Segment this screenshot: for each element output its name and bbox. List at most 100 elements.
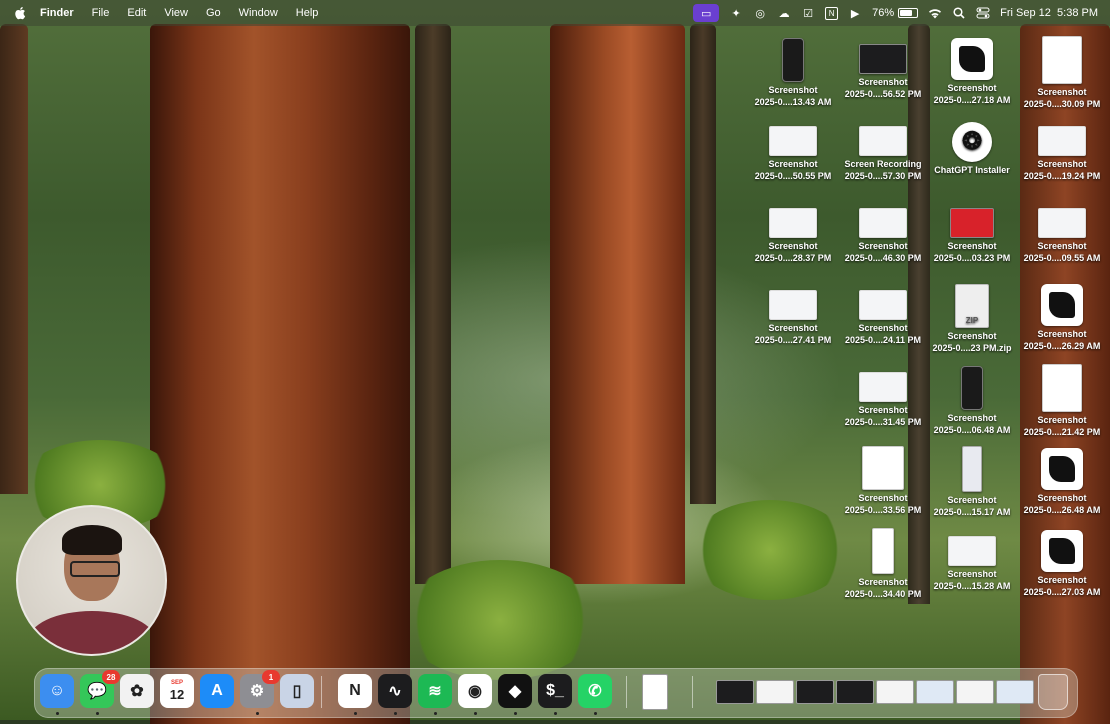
file-name: Screenshot [947,83,997,93]
dock-minimized-window[interactable] [756,680,794,704]
desktop-file-icon[interactable]: Screenshot 2025-0....30.09 PM [1014,32,1110,110]
desktop-file-icon[interactable]: Screenshot 2025-0....27.41 PM [745,278,841,346]
desktop-file-icon[interactable]: Screenshot 2025-0....28.37 PM [745,196,841,264]
menu-window[interactable]: Window [230,7,287,19]
desktop-file-icon[interactable]: Screen Recording 2025-0....57.30 PM [835,114,931,182]
dock-minimized-window[interactable] [916,680,954,704]
desktop-file-icon[interactable]: Screenshot 2025-0....46.30 PM [835,196,931,264]
desktop-file-icon[interactable]: Screenshot 2025-0....26.29 AM [1014,278,1110,352]
dock-app-finder[interactable]: ☺ [40,674,74,708]
webcam-overlay[interactable] [16,505,167,656]
file-thumbnail [859,290,907,320]
tree-trunk [690,24,716,504]
tree-trunk [0,24,28,494]
dock-app-app-store[interactable]: A [200,674,234,708]
dock-app-whatsapp[interactable]: ✆ [578,674,612,708]
apple-icon[interactable] [14,6,28,20]
desktop-file-icon[interactable]: Screenshot 2025-0....13.43 AM [745,32,841,108]
desktop-file-icon[interactable]: Screenshot 2025-0....21.42 PM [1014,360,1110,438]
file-name-detail: 2025-0....24.11 PM [844,335,922,345]
desktop-file-icon[interactable]: Screenshot 2025-0....56.52 PM [835,32,931,100]
file-name: Screenshot [768,323,818,333]
dock-app-photos[interactable]: ✿ [120,674,154,708]
dock-separator [692,676,693,708]
menu-app-finder[interactable]: Finder [40,7,83,19]
dock-app-iphone-mirroring[interactable]: ▯ [280,674,314,708]
file-thumbnail [961,366,983,410]
search-icon[interactable] [952,6,966,20]
desktop-file-icon[interactable]: Screenshot 2025-0....03.23 PM [924,196,1020,264]
desktop-file-icon[interactable]: Screenshot 2025-0....34.40 PM [835,524,931,600]
file-thumbnail [1042,36,1082,84]
file-name-detail: 2025-0....15.28 AM [933,581,1011,591]
app-icon: ◆ [508,683,522,700]
desktop-file-icon[interactable]: ❂ ChatGPT Installer [924,114,1020,176]
dock-minimized-window[interactable] [996,680,1034,704]
control-center-icon[interactable] [976,6,990,20]
file-name-detail: 2025-0....23 PM.zip [932,343,1012,353]
menu-edit[interactable]: Edit [118,7,155,19]
file-name: Screenshot [947,331,997,341]
trash-icon[interactable] [1038,674,1068,710]
file-thumbnail [769,208,817,238]
creative-cloud-icon[interactable]: ◎ [753,6,767,20]
dock-minimized-window[interactable] [876,680,914,704]
dock-recent-document[interactable] [642,674,668,710]
file-name-detail: 2025-0....27.41 PM [754,335,832,345]
file-name: Screenshot [1037,329,1087,339]
desktop-file-icon[interactable]: Screenshot 2025-0....09.55 AM [1014,196,1110,264]
app-icon: ☺ [48,682,66,699]
desktop-file-icon[interactable]: Screenshot 2025-0....19.24 PM [1014,114,1110,182]
desktop-file-icon[interactable]: Screenshot 2025-0....06.48 AM [924,360,1020,436]
desktop-file-icon[interactable]: Screenshot 2025-0....24.11 PM [835,278,931,346]
desktop-file-icon[interactable]: Screenshot 2025-0....27.03 AM [1014,524,1110,598]
desktop-file-icon[interactable]: Screenshot 2025-0....15.17 AM [924,442,1020,518]
cloud-icon[interactable]: ☁ [777,6,791,20]
battery-status[interactable]: 76% [872,7,919,19]
screen-mirror-icon[interactable]: ▭ [693,4,720,22]
file-name: Screenshot [947,569,997,579]
calendar-check-icon[interactable]: ☑ [801,6,815,20]
file-name: Screenshot [1037,493,1087,503]
dock-app-activity-monitor[interactable]: ∿ [378,674,412,708]
app-icon: ≋ [428,683,442,700]
dock-app-cursor[interactable]: ◆ [498,674,532,708]
dock-app-system-settings[interactable]: ⚙ 1 [240,670,280,708]
desktop-file-icon[interactable]: Screenshot 2025-0....33.56 PM [835,442,931,516]
file-name: Screenshot [768,159,818,169]
sparkle-icon[interactable]: ✦ [729,6,743,20]
desktop-file-icon[interactable]: Screenshot 2025-0....27.18 AM [924,32,1020,106]
dock-app-calendar[interactable]: SEP 12 [160,674,194,708]
dock-minimized-window[interactable] [796,680,834,704]
menu-help[interactable]: Help [287,7,328,19]
dock-minimized-window[interactable] [716,680,754,704]
desktop-file-icon[interactable]: Screenshot 2025-0....31.45 PM [835,360,931,428]
calendar-month: SEP [170,680,183,686]
file-thumbnail [1038,208,1086,238]
notion-icon[interactable]: N [825,6,839,20]
file-name: Screenshot [768,85,818,95]
file-name: Screenshot [858,405,908,415]
running-indicator [434,712,437,715]
dock-separator [626,676,627,708]
wifi-icon[interactable] [928,6,942,20]
menu-clock[interactable]: Fri Sep 12 5:38 PM [1000,7,1098,19]
menu-view[interactable]: View [155,7,197,19]
dock-minimized-window[interactable] [836,680,874,704]
dock-app-google-chrome[interactable]: ◉ [458,674,492,708]
menu-file[interactable]: File [83,7,119,19]
dock-app-notion[interactable]: N [338,674,372,708]
dock-app-messages[interactable]: 💬 28 [80,670,120,708]
dock-minimized-window[interactable] [956,680,994,704]
desktop-file-icon[interactable]: ZIP Screenshot 2025-0....23 PM.zip [924,278,1020,354]
desktop-file-icon[interactable]: Screenshot 2025-0....50.55 PM [745,114,841,182]
dock-app-spotify[interactable]: ≋ [418,674,452,708]
dock-app-terminal[interactable]: $_ [538,674,572,708]
app-icon: ∿ [388,683,402,700]
desktop-file-icon[interactable]: Screenshot 2025-0....26.48 AM [1014,442,1110,516]
menu-go[interactable]: Go [197,7,230,19]
play-circle-icon[interactable]: ▶ [848,6,862,20]
desktop-file-icon[interactable]: Screenshot 2025-0....15.28 AM [924,524,1020,592]
dock-separator [321,676,322,708]
battery-fill [900,10,913,16]
